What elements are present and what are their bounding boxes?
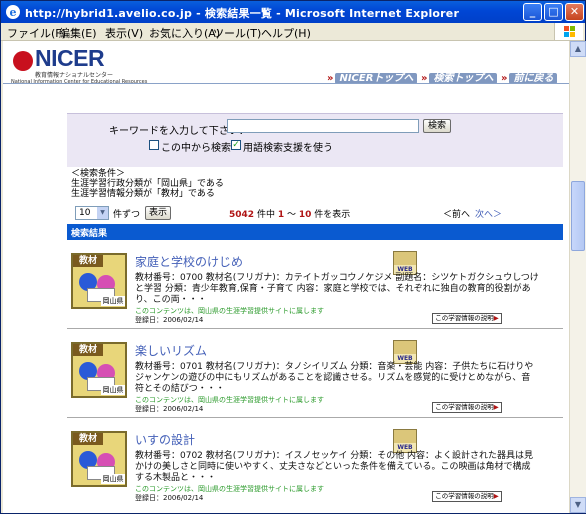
material-thumbnail[interactable]: 教材 岡山県	[71, 253, 127, 309]
page-viewport: NICER 教育情報ナショナルセンター National Information…	[3, 41, 569, 513]
menu-bar: ファイル(F) 編集(E) 表示(V) お気に入り(A) ツール(T) ヘルプ(…	[1, 23, 585, 41]
vertical-scrollbar[interactable]: ▲ ▼	[569, 41, 586, 513]
list-item: 教材 岡山県 楽しいリズム WEB 教材番号：0701 教材名(フリガナ)：タノ…	[67, 330, 563, 418]
web-icon[interactable]: WEB	[393, 429, 417, 453]
nav-back[interactable]: » 前に戻る	[501, 69, 558, 84]
menu-favorites[interactable]: お気に入り(A)	[149, 25, 220, 41]
keyword-input[interactable]	[227, 119, 419, 133]
menu-edit[interactable]: 編集(E)	[59, 25, 97, 41]
logo-text: NICER	[35, 45, 105, 71]
scroll-down-icon[interactable]: ▼	[570, 497, 586, 513]
title-bar[interactable]: e http://hybrid1.avelio.co.jp - 検索結果一覧 -…	[1, 1, 585, 23]
condition-line: 生涯学習行政分類が「岡山県」である	[71, 179, 224, 189]
minimize-button[interactable]: _	[523, 3, 542, 21]
condition-line: 生涯学習情報分類が「教材」である	[71, 189, 215, 199]
scroll-thumb[interactable]	[571, 181, 585, 251]
thesaurus-label: 用語検索支援を使う	[243, 143, 333, 154]
scroll-up-icon[interactable]: ▲	[570, 41, 586, 57]
nav-search-top[interactable]: » 検索トップへ	[421, 69, 498, 84]
triangle-right-icon: ▶	[493, 403, 499, 411]
results-header: 検索結果	[67, 224, 563, 240]
search-panel: キーワードを入力して下さい： 検索 この中から検索 ✓ 用語検索支援を使う	[67, 113, 563, 167]
per-page-suffix: 件ずつ	[113, 210, 141, 220]
web-icon[interactable]: WEB	[393, 251, 417, 275]
close-button[interactable]: ✕	[565, 3, 584, 21]
triangle-right-icon: ▶	[493, 314, 499, 322]
display-button[interactable]: 表示	[145, 206, 171, 220]
result-count: 5042 件中 1 ～ 10 件を表示	[229, 210, 351, 220]
windows-logo-icon	[554, 23, 583, 40]
menu-file[interactable]: ファイル(F)	[7, 25, 66, 41]
per-page-select[interactable]: 10 ▼	[75, 206, 109, 220]
result-title-link[interactable]: 楽しいリズム	[135, 342, 207, 359]
result-date: 登録日：2006/02/14	[135, 494, 204, 502]
result-description: 教材番号：0702 教材名(フリガナ)：イスノセッケイ 分類：その他 内容：よく…	[135, 451, 534, 483]
next-link[interactable]: 次へ＞	[475, 207, 502, 220]
result-date: 登録日：2006/02/14	[135, 316, 204, 324]
header-divider	[3, 83, 569, 84]
material-thumbnail[interactable]: 教材 岡山県	[71, 342, 127, 398]
thesaurus-checkbox[interactable]: ✓	[231, 140, 241, 150]
site-header: NICER 教育情報ナショナルセンター National Information…	[3, 41, 569, 111]
menu-tools[interactable]: ツール(T)	[213, 25, 261, 41]
info-button[interactable]: この学習情報の説明▶	[432, 491, 502, 502]
search-button[interactable]: 検索	[423, 119, 451, 133]
web-icon[interactable]: WEB	[393, 340, 417, 364]
nav-nicer-top[interactable]: » NICERトップへ	[327, 69, 418, 84]
list-item: 教材 岡山県 いすの設計 WEB 教材番号：0702 教材名(フリガナ)：イスノ…	[67, 419, 563, 507]
within-label: この中から検索	[161, 143, 231, 154]
prev-link[interactable]: ＜前へ	[443, 207, 470, 220]
menu-view[interactable]: 表示(V)	[105, 25, 143, 41]
browser-window: e http://hybrid1.avelio.co.jp - 検索結果一覧 -…	[0, 0, 586, 514]
triangle-right-icon: ▶	[493, 492, 499, 500]
result-title-link[interactable]: いすの設計	[135, 431, 195, 448]
ie-icon: e	[6, 5, 20, 19]
menu-help[interactable]: ヘルプ(H)	[261, 25, 311, 41]
logo-mark-icon	[13, 51, 33, 71]
within-checkbox[interactable]	[149, 140, 159, 150]
chevron-down-icon: ▼	[97, 207, 108, 219]
search-conditions: ＜検索条件＞ 生涯学習行政分類が「岡山県」である 生涯学習情報分類が「教材」であ…	[71, 169, 224, 199]
result-description: 教材番号：0701 教材名(フリガナ)：タノシイリズム 分類：音楽・芸能 内容：…	[135, 362, 534, 394]
logo-subtitle: 教育情報ナショナルセンター	[35, 72, 114, 79]
info-button[interactable]: この学習情報の説明▶	[432, 313, 502, 324]
maximize-button[interactable]: □	[544, 3, 563, 21]
result-title-link[interactable]: 家庭と学校のけじめ	[135, 253, 243, 270]
svg-text:e: e	[10, 6, 17, 19]
conditions-heading: ＜検索条件＞	[71, 169, 126, 179]
result-date: 登録日：2006/02/14	[135, 405, 204, 413]
info-button[interactable]: この学習情報の説明▶	[432, 402, 502, 413]
logo-subtitle-en: National Information Center for Educatio…	[11, 79, 148, 85]
material-thumbnail[interactable]: 教材 岡山県	[71, 431, 127, 487]
list-item: 教材 岡山県 家庭と学校のけじめ WEB 教材番号：0700 教材名(フリガナ)…	[67, 241, 563, 329]
window-title: http://hybrid1.avelio.co.jp - 検索結果一覧 - M…	[25, 7, 460, 20]
result-description: 教材番号：0700 教材名(フリガナ)：カテイトガッコウノケジメ 副題名：シツケ…	[135, 273, 539, 305]
